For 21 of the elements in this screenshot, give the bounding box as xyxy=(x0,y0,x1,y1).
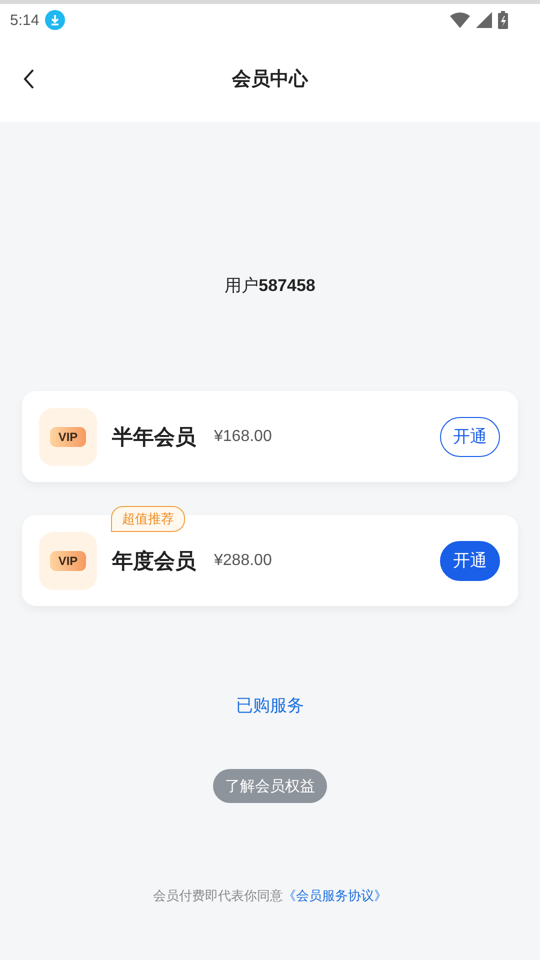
plan-price: ¥288.00 xyxy=(214,552,272,570)
agreement-link[interactable]: 《会员服务协议》 xyxy=(283,889,387,904)
battery-icon xyxy=(498,11,508,29)
wifi-icon xyxy=(450,12,470,28)
user-name: 用户587458 xyxy=(224,275,316,297)
back-icon[interactable] xyxy=(23,69,35,89)
plan-price: ¥168.00 xyxy=(214,428,272,446)
plan-name: 半年会员 xyxy=(112,424,196,450)
signal-icon xyxy=(476,12,492,28)
status-time: 5:14 xyxy=(10,12,40,28)
download-icon xyxy=(45,10,66,30)
agreement-text: 会员付费即代表你同意《会员服务协议》 xyxy=(153,888,387,905)
benefits-button[interactable]: 了解会员权益 xyxy=(213,769,327,803)
open-button[interactable]: 开通 xyxy=(440,416,500,456)
vip-icon: VIP xyxy=(39,532,97,590)
page-title: 会员中心 xyxy=(232,67,308,92)
open-button[interactable]: 开通 xyxy=(440,540,500,580)
purchased-services-link[interactable]: 已购服务 xyxy=(236,694,304,717)
plan-name: 年度会员 xyxy=(112,548,196,574)
recommend-tag: 超值推荐 xyxy=(111,506,185,532)
vip-icon: VIP xyxy=(39,408,97,466)
